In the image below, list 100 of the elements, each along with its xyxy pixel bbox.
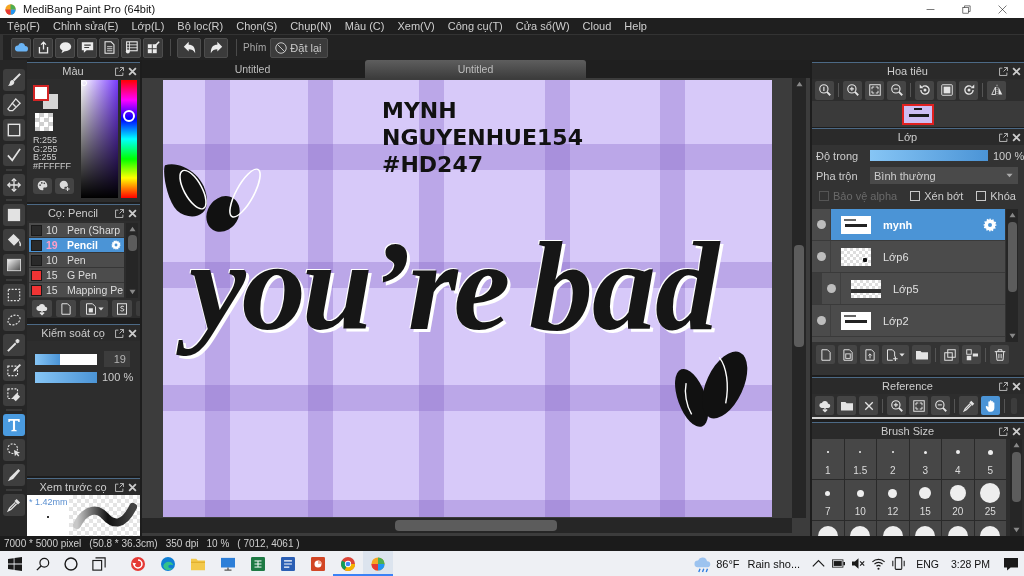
zoom-in-button[interactable]	[843, 80, 862, 100]
hue-slider[interactable]	[121, 80, 137, 198]
scroll-up-icon[interactable]	[128, 226, 136, 232]
flip-button[interactable]	[987, 80, 1006, 100]
float-window-icon[interactable]	[115, 66, 124, 76]
close-icon[interactable]	[128, 328, 137, 338]
layer-option-checkbox[interactable]: Khóa	[976, 190, 1016, 202]
brush-size-option[interactable]: 5	[974, 439, 1006, 479]
rotate-right-button[interactable]	[959, 80, 978, 100]
lasso-pointer-button[interactable]	[2, 438, 25, 461]
brush-size-field[interactable]: 19	[104, 351, 130, 367]
scroll-down-icon[interactable]	[128, 289, 136, 295]
scroll-thumb[interactable]	[127, 235, 137, 251]
dashed-square-pen-button[interactable]	[2, 358, 25, 381]
magic-wand-button[interactable]	[2, 333, 25, 356]
brush-size-option[interactable]	[844, 521, 876, 536]
float-window-icon[interactable]	[115, 328, 124, 338]
menu-item[interactable]: Help	[624, 20, 647, 32]
brush-size-option[interactable]: 4	[942, 439, 974, 479]
paint-bucket-button[interactable]	[2, 228, 25, 251]
grid-pen-button[interactable]	[143, 37, 163, 58]
scroll-down-icon[interactable]	[1008, 333, 1016, 339]
brush-size-slider[interactable]	[35, 353, 97, 365]
dashed-square-button[interactable]	[2, 283, 25, 306]
scroll-thumb[interactable]	[395, 520, 557, 531]
menu-item[interactable]: Lớp(L)	[131, 20, 165, 32]
close-icon[interactable]	[1012, 66, 1021, 76]
palette-add-button[interactable]	[55, 177, 74, 194]
document-tab[interactable]: Untitled	[142, 60, 363, 78]
battery-icon[interactable]	[832, 557, 846, 570]
text-tool-button[interactable]	[2, 413, 25, 436]
blend-mode-dropdown[interactable]: Bình thường	[870, 167, 1018, 184]
gear-icon[interactable]	[111, 240, 121, 250]
move-arrows-button[interactable]	[2, 173, 25, 196]
rotate-left-button[interactable]	[915, 80, 934, 100]
document-button[interactable]	[99, 37, 119, 58]
list-button[interactable]	[121, 37, 141, 58]
page-button[interactable]	[56, 300, 76, 317]
vertical-scrollbar[interactable]	[792, 78, 806, 518]
close-button[interactable]	[859, 396, 878, 415]
eyedropper-button[interactable]	[959, 396, 978, 415]
brush-list-item[interactable]: 15 Mapping Pe	[29, 283, 124, 298]
eyedropper-button[interactable]	[2, 493, 25, 516]
fit-to-window-button[interactable]	[865, 80, 884, 100]
reset-button[interactable]: Đặt lại	[270, 37, 328, 58]
brush-size-option[interactable]	[877, 521, 909, 536]
device-icon[interactable]	[892, 557, 906, 570]
scroll-thumb[interactable]	[794, 245, 804, 347]
weather-cloud-icon[interactable]	[694, 555, 712, 572]
float-window-icon[interactable]	[115, 208, 124, 218]
menu-item[interactable]: Cửa sổ(W)	[515, 20, 570, 32]
scroll-up-icon[interactable]	[1012, 442, 1020, 448]
float-window-icon[interactable]	[999, 66, 1008, 76]
speech-bubble-button[interactable]	[55, 37, 75, 58]
filled-square-button[interactable]	[2, 203, 25, 226]
share-button[interactable]	[33, 37, 53, 58]
drawing-canvas[interactable]: MYNH NGUYENHUE154 #HD247 you’re bad	[163, 80, 772, 517]
brush-list-item[interactable]: 10 Pen	[29, 253, 124, 268]
layer-option-checkbox[interactable]: Xén bớt	[910, 190, 964, 202]
menu-item[interactable]: Xem(V)	[397, 20, 435, 32]
brush-size-option[interactable]: 10	[844, 480, 876, 520]
layer-opacity-slider[interactable]	[870, 150, 988, 161]
script-page-button[interactable]	[112, 300, 132, 317]
lasso-button[interactable]	[2, 308, 25, 331]
page-arrow-button[interactable]	[860, 345, 879, 364]
float-window-icon[interactable]	[999, 381, 1008, 391]
language-indicator[interactable]: ENG	[916, 557, 939, 570]
taskbar-app-button[interactable]	[363, 551, 393, 576]
color-swatches-icon[interactable]	[33, 85, 59, 109]
brush-button[interactable]	[2, 68, 25, 91]
brush-size-option[interactable]: 15	[909, 480, 941, 520]
brush-size-option[interactable]	[974, 521, 1006, 536]
folder-button[interactable]	[912, 345, 931, 364]
brush-size-option[interactable]	[812, 521, 844, 536]
vertical-scrollbar[interactable]	[1010, 439, 1022, 536]
close-icon[interactable]	[128, 208, 137, 218]
menu-item[interactable]: Tệp(F)	[7, 20, 40, 32]
menu-item[interactable]: Chụp(N)	[290, 20, 332, 32]
notification-icon[interactable]	[1004, 556, 1018, 571]
weather-text[interactable]: Rain sho...	[747, 557, 801, 570]
horizontal-scrollbar[interactable]	[142, 518, 792, 533]
cloud-button[interactable]	[11, 37, 31, 58]
scroll-up-icon[interactable]	[1008, 212, 1016, 218]
fit-to-window-button[interactable]	[909, 396, 928, 415]
brush-list-item[interactable]: 10 Pen (Sharp	[29, 223, 124, 238]
brush-size-option[interactable]: 7	[812, 480, 844, 520]
hand-button[interactable]	[981, 396, 1000, 415]
vertical-scrollbar[interactable]	[126, 223, 138, 298]
menu-item[interactable]: Cloud	[582, 20, 612, 32]
page-plus-button[interactable]	[882, 345, 909, 364]
merge-button[interactable]	[962, 345, 981, 364]
cloud-download-button[interactable]	[32, 300, 52, 317]
chevron-up-icon[interactable]	[812, 557, 826, 570]
speaker-muted-icon[interactable]	[852, 557, 866, 570]
brush-size-option[interactable]: 25	[974, 480, 1006, 520]
brush-size-option[interactable]: 2	[877, 439, 909, 479]
hue-ring-icon[interactable]	[123, 109, 135, 122]
float-window-icon[interactable]	[115, 482, 124, 492]
page-square-button[interactable]	[80, 300, 108, 317]
wifi-icon[interactable]	[872, 557, 886, 570]
